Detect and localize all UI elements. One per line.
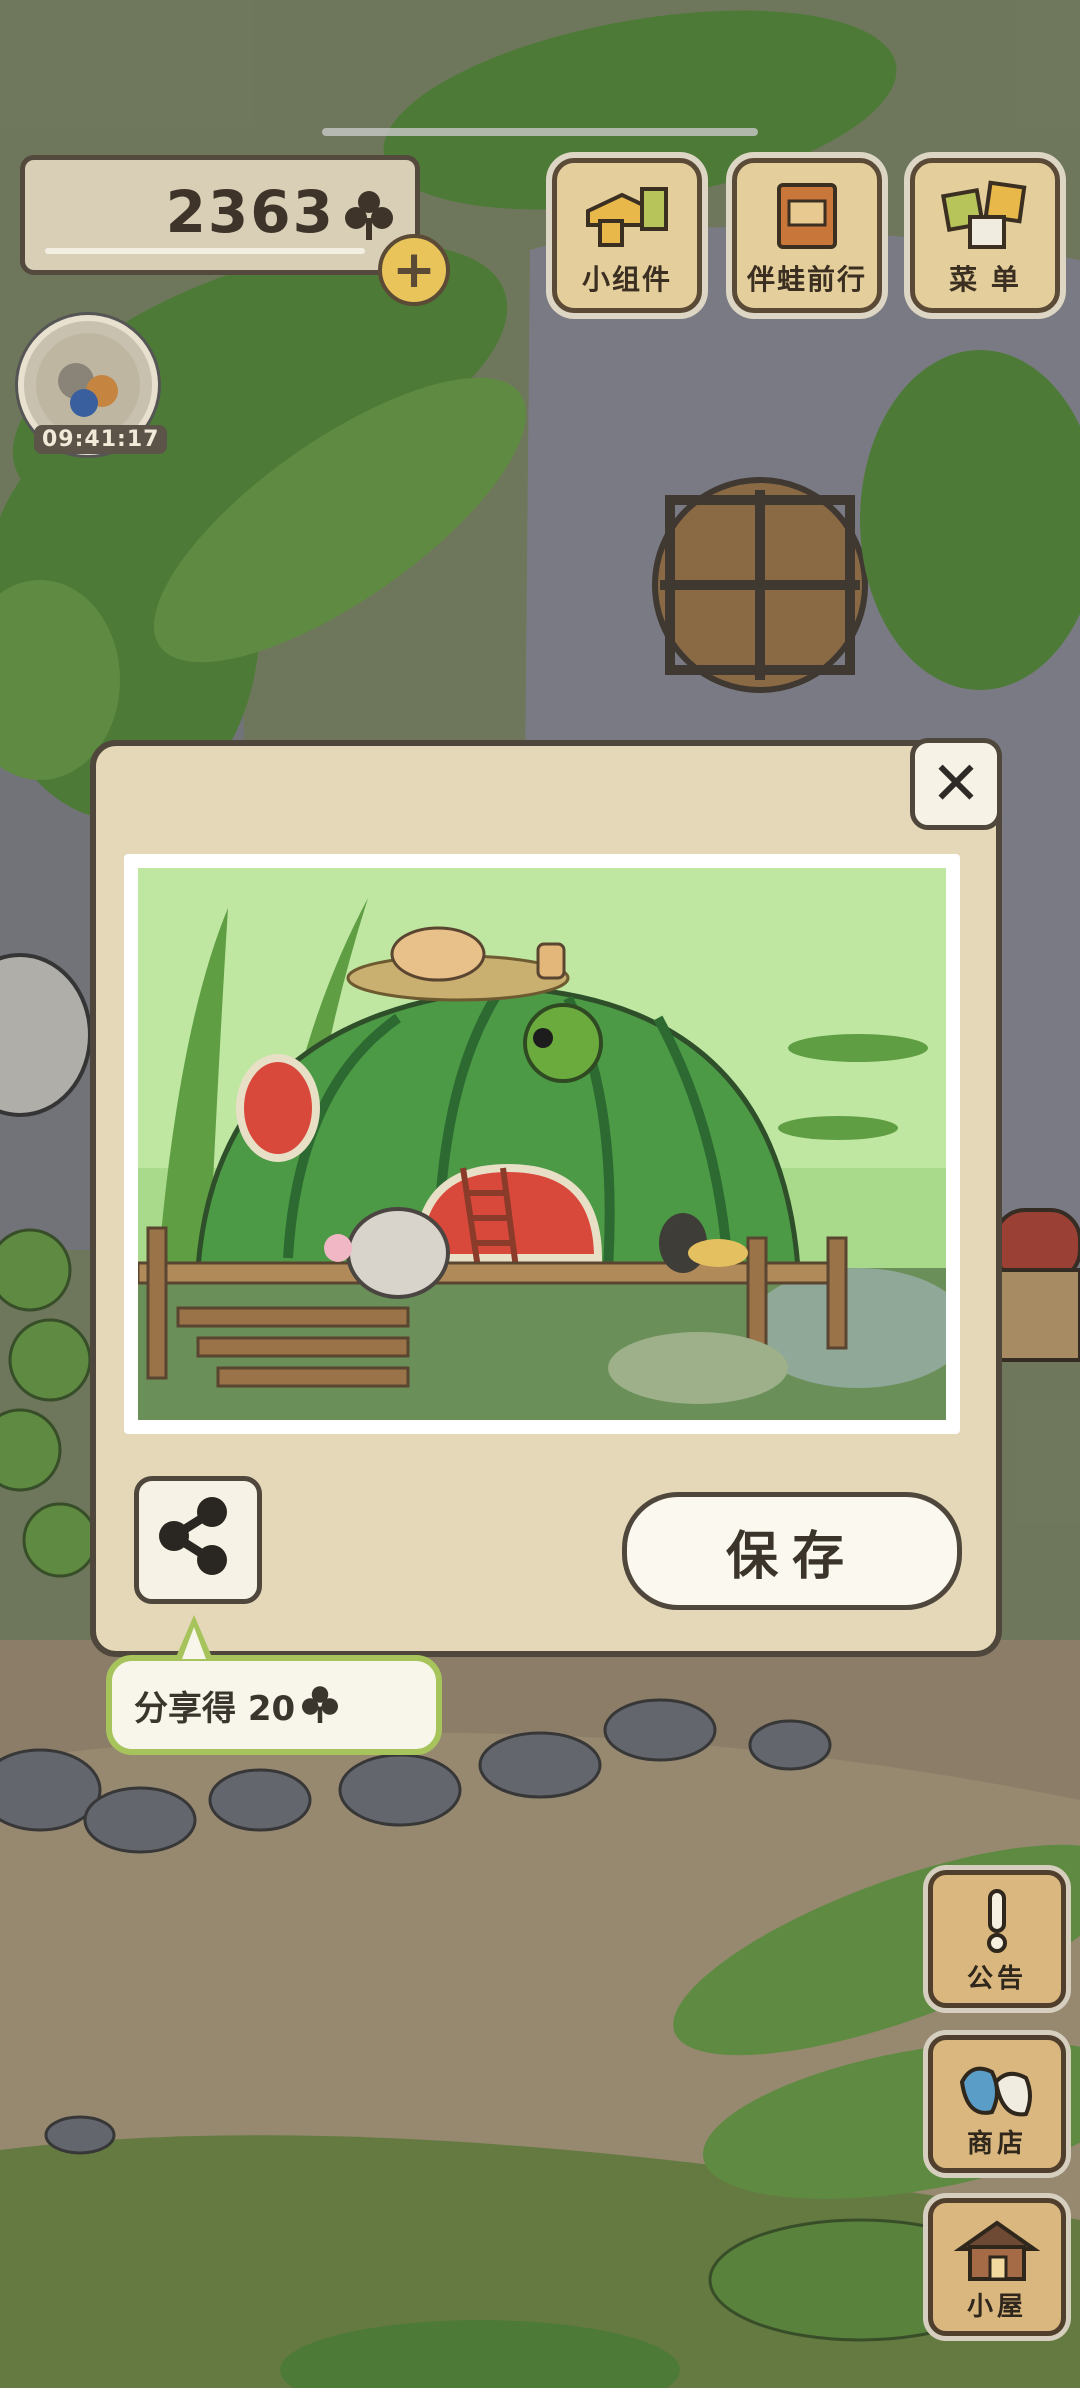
shop-button[interactable]: 商店 <box>928 2035 1066 2173</box>
house-label: 小屋 <box>966 2292 1027 2322</box>
photo-frame <box>124 854 960 1434</box>
clover-icon <box>345 191 393 240</box>
menu-label: 菜 单 <box>949 263 1021 296</box>
share-reward-text: 分享得 20 <box>134 1688 296 1729</box>
widget-button[interactable]: 小组件 <box>552 158 702 313</box>
photo-dialog: 保存 <box>90 740 1002 1657</box>
add-clover-button[interactable]: + <box>378 234 450 306</box>
frog-travel-photo <box>138 868 946 1420</box>
shop-label: 商店 <box>966 2129 1027 2159</box>
close-icon: ✕ <box>930 749 982 819</box>
counter-underline <box>45 248 365 254</box>
journey-button[interactable]: 伴蛙前行 <box>732 158 882 313</box>
home-indicator <box>322 128 758 136</box>
share-button[interactable] <box>134 1476 262 1604</box>
menu-cards-icon <box>940 180 1027 249</box>
journal-icon <box>777 183 837 249</box>
close-button[interactable]: ✕ <box>910 738 1002 830</box>
notice-button[interactable]: 公告 <box>928 1870 1066 2008</box>
save-button[interactable]: 保存 <box>622 1492 962 1610</box>
clover-count: 2363 <box>165 178 335 246</box>
share-icon <box>159 1497 227 1575</box>
widget-icon <box>586 187 668 247</box>
shop-bag-icon <box>959 2066 1032 2117</box>
widget-label: 小组件 <box>581 263 672 296</box>
house-icon <box>953 2220 1041 2281</box>
menu-button[interactable]: 菜 单 <box>910 158 1060 313</box>
notice-label: 公告 <box>966 1964 1027 1994</box>
clover-icon <box>302 1686 339 1723</box>
house-button[interactable]: 小屋 <box>928 2198 1066 2336</box>
share-reward-tooltip: 分享得 20 <box>106 1615 442 1755</box>
away-timer: 09:41:17 <box>34 425 168 454</box>
exclamation-icon <box>987 1889 1007 1953</box>
clover-counter: 2363 <box>20 155 420 275</box>
journey-label: 伴蛙前行 <box>746 263 867 296</box>
tooltip-tail-inner <box>182 1627 206 1659</box>
